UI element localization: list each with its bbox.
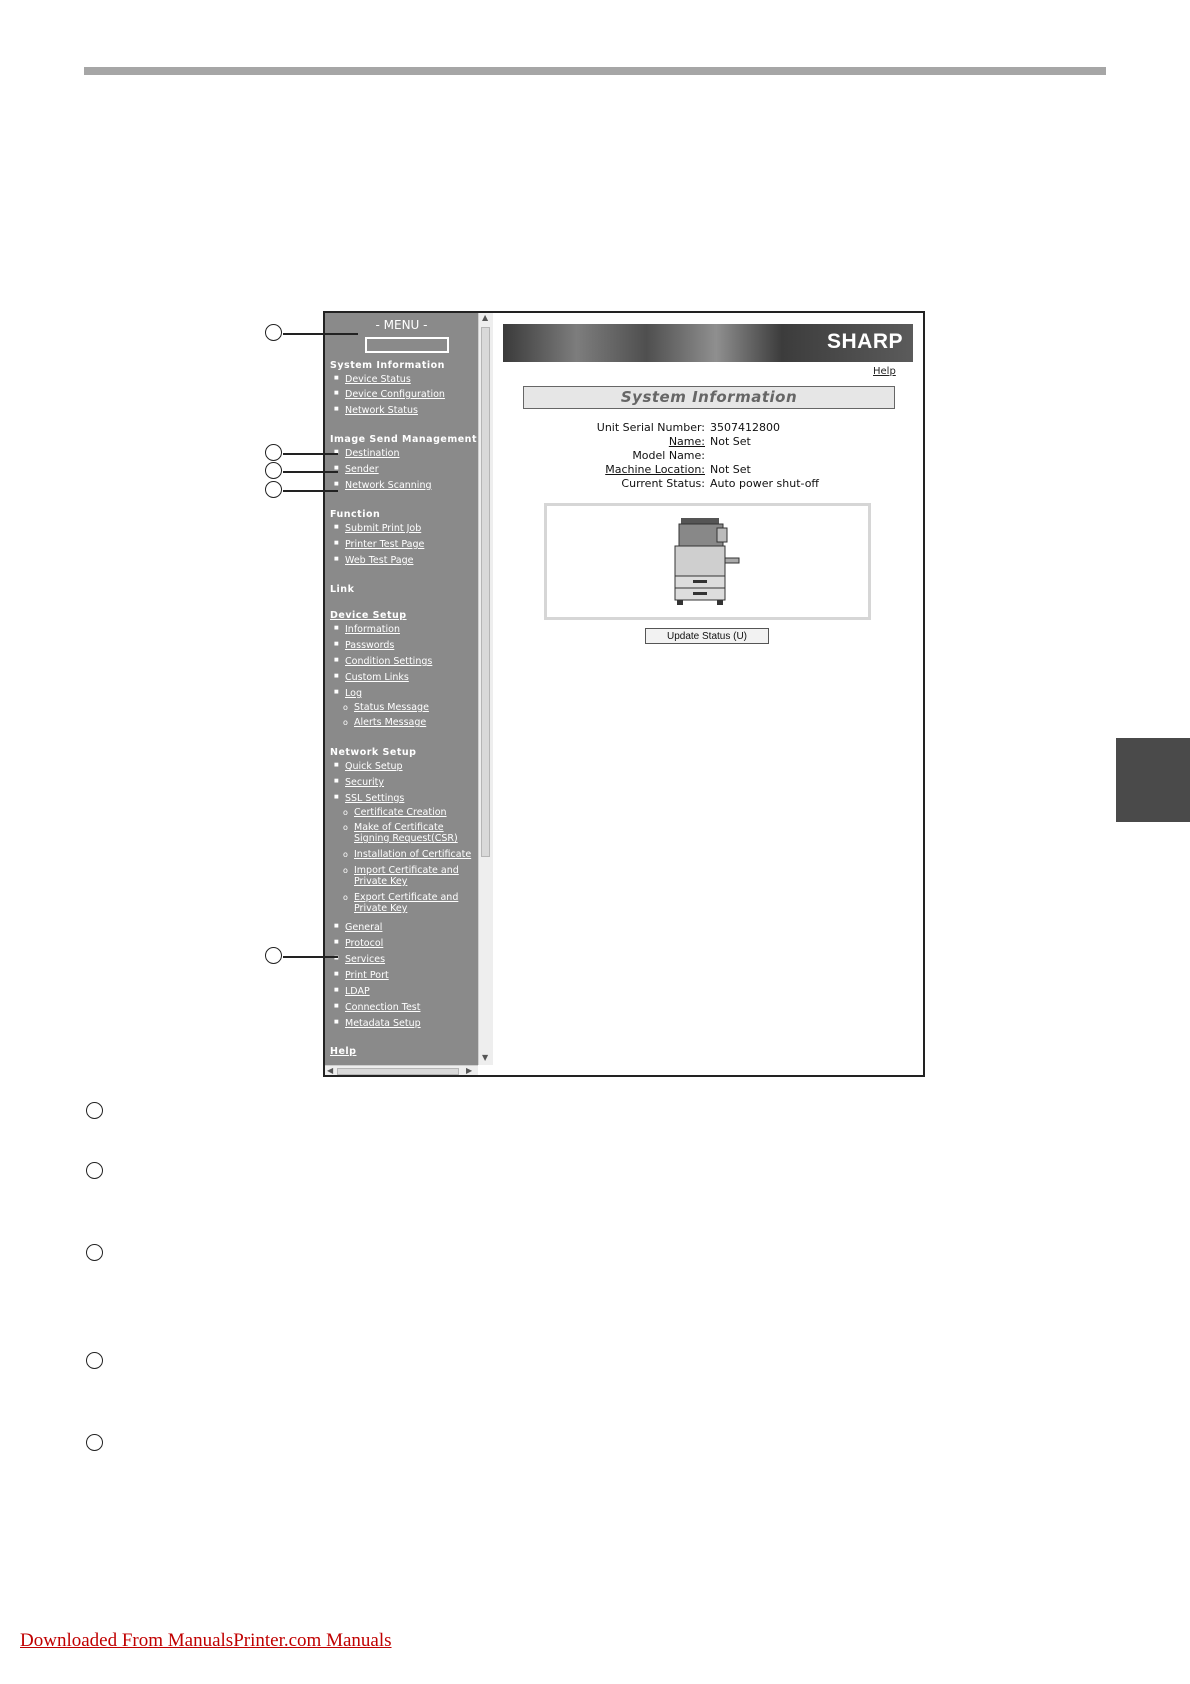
callout-marker-1: [265, 324, 282, 341]
menu-subitem-export-certificate[interactable]: Export Certificate and Private Key: [343, 892, 472, 914]
callout-line-4: [283, 490, 338, 492]
menu-scroll-thumb[interactable]: [481, 327, 490, 857]
update-status-button[interactable]: Update Status (U): [645, 628, 769, 644]
serial-number-label: Unit Serial Number:: [596, 421, 705, 434]
menu-item-ssl-settings[interactable]: SSL Settings: [334, 793, 404, 804]
machine-image-frame: [544, 503, 871, 620]
menu-item-information[interactable]: Information: [334, 624, 400, 635]
header-banner: SHARP: [503, 324, 913, 362]
menu-item-log[interactable]: Log: [334, 688, 362, 699]
chapter-tab: [1116, 738, 1190, 822]
help-link[interactable]: Help: [873, 366, 896, 377]
description-marker-1: [86, 1102, 103, 1119]
scroll-down-arrow-icon[interactable]: ▼: [482, 1053, 488, 1062]
menu-item-printer-test-page[interactable]: Printer Test Page: [334, 539, 424, 550]
menu-subitem-make-csr[interactable]: Make of Certificate Signing Request(CSR): [343, 822, 472, 844]
callout-line-5: [283, 956, 338, 958]
menu-item-network-status[interactable]: Network Status: [334, 405, 418, 416]
menu-item-destination[interactable]: Destination: [334, 448, 399, 459]
machine-location-value: Not Set: [710, 463, 751, 476]
current-status-value: Auto power shut-off: [710, 477, 820, 490]
menu-item-web-test-page[interactable]: Web Test Page: [334, 555, 414, 566]
copier-machine-icon: [674, 518, 740, 605]
menu-item-general[interactable]: General: [334, 922, 383, 933]
callout-line-1: [283, 333, 358, 335]
menu-item-submit-print-job[interactable]: Submit Print Job: [334, 523, 421, 534]
menu-item-device-configuration[interactable]: Device Configuration: [334, 389, 445, 400]
callout-marker-3: [265, 462, 282, 479]
callout-line-3: [283, 471, 338, 473]
name-label[interactable]: Name:: [669, 435, 705, 448]
menu-item-condition-settings[interactable]: Condition Settings: [334, 656, 432, 667]
top-rule: [84, 67, 1106, 75]
serial-number-value: 3507412800: [710, 421, 780, 434]
menu-title: - MENU -: [375, 318, 428, 332]
description-marker-4: [86, 1352, 103, 1369]
menu-item-ldap[interactable]: LDAP: [334, 986, 370, 997]
menu-user-box: [365, 337, 449, 353]
description-marker-5: [86, 1434, 103, 1451]
footer-download-link[interactable]: Downloaded From ManualsPrinter.com Manua…: [20, 1630, 392, 1652]
menu-hscroll-thumb[interactable]: [337, 1068, 459, 1075]
menu-heading-function: Function: [330, 509, 381, 520]
menu-heading-network-setup: Network Setup: [330, 747, 417, 758]
menu-heading-link: Link: [330, 584, 355, 595]
menu-subitem-installation-of-certificate[interactable]: Installation of Certificate: [343, 849, 471, 860]
callout-marker-5: [265, 947, 282, 964]
model-name-label: Model Name:: [632, 449, 705, 462]
name-value: Not Set: [710, 435, 751, 448]
menu-item-print-port[interactable]: Print Port: [334, 970, 389, 981]
page-title: System Information: [523, 386, 895, 409]
menu-subitem-status-message[interactable]: Status Message: [343, 702, 429, 713]
menu-item-custom-links[interactable]: Custom Links: [334, 672, 409, 683]
callout-line-2: [283, 453, 338, 455]
browser-screenshot: - MENU - System Information Device Statu…: [323, 311, 925, 1077]
menu-subitem-alerts-message[interactable]: Alerts Message: [343, 717, 426, 728]
menu-help-link[interactable]: Help: [330, 1046, 356, 1057]
menu-subitem-certificate-creation[interactable]: Certificate Creation: [343, 807, 447, 818]
callout-marker-4: [265, 481, 282, 498]
scroll-right-arrow-icon[interactable]: ▶: [466, 1066, 472, 1075]
callout-marker-2: [265, 444, 282, 461]
menu-item-device-status[interactable]: Device Status: [334, 374, 411, 385]
brand-logo: SHARP: [826, 330, 903, 353]
machine-location-label[interactable]: Machine Location:: [605, 463, 705, 476]
menu-item-passwords[interactable]: Passwords: [334, 640, 394, 651]
description-marker-2: [86, 1162, 103, 1179]
menu-item-network-scanning[interactable]: Network Scanning: [334, 480, 431, 491]
menu-item-services[interactable]: Services: [334, 954, 385, 965]
description-marker-3: [86, 1244, 103, 1261]
menu-horizontal-scrollbar[interactable]: ◀ ▶: [325, 1065, 478, 1075]
menu-item-protocol[interactable]: Protocol: [334, 938, 383, 949]
scroll-up-arrow-icon[interactable]: ▲: [482, 313, 488, 322]
menu-frame: - MENU - System Information Device Statu…: [325, 313, 478, 1065]
menu-item-connection-test[interactable]: Connection Test: [334, 1002, 421, 1013]
menu-heading-image-send-management: Image Send Management: [330, 434, 477, 445]
menu-vertical-scrollbar[interactable]: ▲ ▼: [478, 313, 493, 1065]
menu-item-security[interactable]: Security: [334, 777, 384, 788]
scroll-left-arrow-icon[interactable]: ◀: [327, 1066, 333, 1075]
menu-item-sender[interactable]: Sender: [334, 464, 379, 475]
menu-heading-system-information[interactable]: System Information: [330, 360, 445, 371]
menu-item-metadata-setup[interactable]: Metadata Setup: [334, 1018, 421, 1029]
menu-item-quick-setup[interactable]: Quick Setup: [334, 761, 402, 772]
menu-subitem-import-certificate[interactable]: Import Certificate and Private Key: [343, 865, 472, 887]
menu-heading-device-setup[interactable]: Device Setup: [330, 610, 407, 621]
current-status-label: Current Status:: [621, 477, 705, 490]
